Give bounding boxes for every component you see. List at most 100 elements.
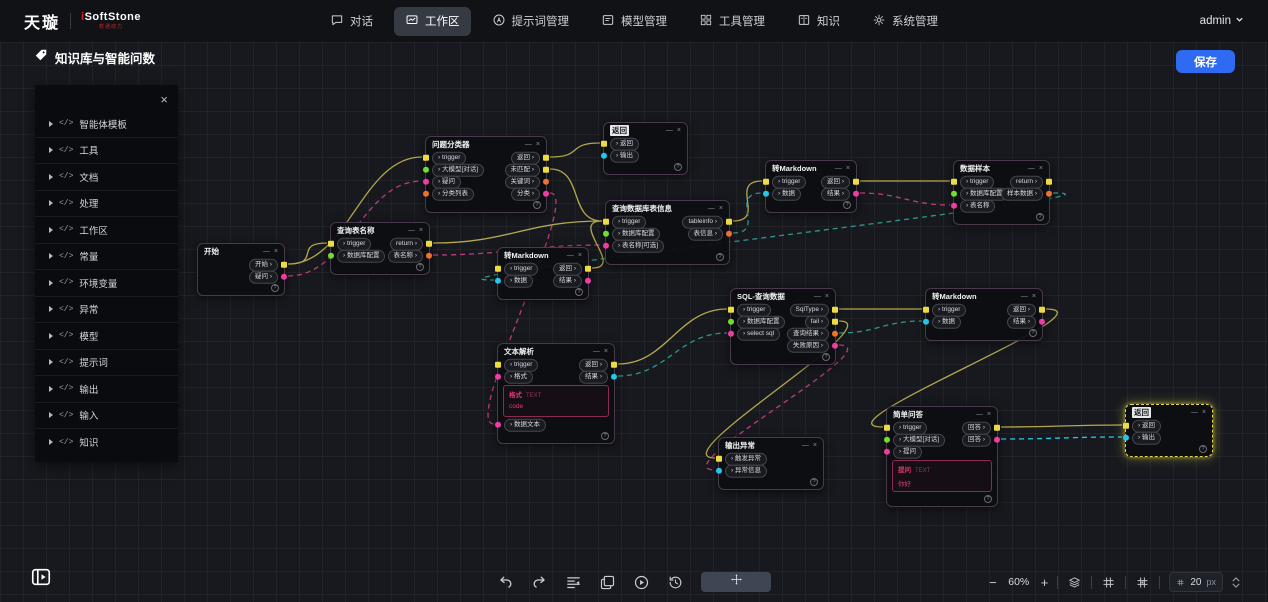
help-icon[interactable]: ? — [810, 478, 818, 486]
minimize-icon[interactable]: — — [567, 252, 574, 259]
output-port[interactable]: 结果 › — [553, 275, 591, 288]
input-port[interactable]: › select sql — [728, 328, 780, 341]
output-port[interactable]: SqlType › — [790, 304, 838, 317]
output-port[interactable]: 未匹配 › — [505, 164, 549, 177]
output-port[interactable]: 关键词 › — [505, 176, 549, 189]
palette-item[interactable]: </>知识 — [35, 429, 178, 456]
help-icon[interactable]: ? — [984, 495, 992, 503]
input-port[interactable]: › 数据 — [923, 316, 961, 329]
palette-item[interactable]: </>工作区 — [35, 217, 178, 244]
input-port[interactable]: › trigger — [495, 359, 538, 372]
close-icon[interactable]: × — [1202, 409, 1206, 416]
input-port[interactable]: › 数据 — [763, 188, 801, 201]
minimize-icon[interactable]: — — [408, 227, 415, 234]
help-icon[interactable]: ? — [843, 201, 851, 209]
workflow-node-sample[interactable]: 数据样本 — ×› triggerreturn ›› 数据库配置样本数据 ›› … — [953, 160, 1050, 225]
output-port[interactable]: 分类 › — [511, 188, 549, 201]
nav-item-7[interactable]: 系统管理 — [861, 7, 949, 36]
palette-item[interactable]: </>智能体模板 — [35, 111, 178, 138]
minimize-icon[interactable]: — — [1028, 165, 1035, 172]
input-port[interactable]: › trigger — [763, 176, 806, 189]
zoom-in-button[interactable]: + — [1041, 576, 1049, 589]
input-port[interactable]: › trigger — [328, 238, 371, 251]
input-port[interactable]: › 数据库配置 — [728, 316, 785, 329]
help-icon[interactable]: ? — [1029, 329, 1037, 337]
input-port[interactable]: › 格式 — [495, 371, 533, 384]
close-icon[interactable]: × — [846, 165, 850, 172]
palette-item[interactable]: </>模型 — [35, 323, 178, 350]
help-icon[interactable]: ? — [716, 253, 724, 261]
output-port[interactable]: return › — [390, 238, 432, 251]
input-port[interactable]: › 数据 — [495, 275, 533, 288]
help-icon[interactable]: ? — [1036, 213, 1044, 221]
help-icon[interactable]: ? — [575, 288, 583, 296]
output-port[interactable]: tableinfo › — [682, 216, 732, 229]
input-port[interactable]: › 表名称[可选] — [603, 240, 664, 253]
redo-icon[interactable] — [531, 574, 548, 591]
input-port[interactable]: › 输出 — [1123, 432, 1161, 445]
pan-mode-button[interactable] — [701, 572, 771, 592]
input-port[interactable]: › 触发异常 — [716, 453, 767, 466]
close-icon[interactable]: × — [604, 348, 608, 355]
panel-toggle-button[interactable] — [30, 566, 52, 593]
workflow-node-textParse[interactable]: 文本解析 — ×› trigger返回 ›› 格式结果 › 格式 TEXT co… — [497, 343, 615, 444]
palette-item[interactable]: </>常量 — [35, 244, 178, 271]
input-port[interactable]: › trigger — [495, 263, 538, 276]
snap-object-icon[interactable] — [1135, 575, 1150, 590]
output-port[interactable]: 返回 › — [821, 176, 859, 189]
close-icon[interactable]: × — [719, 205, 723, 212]
nav-item-5[interactable]: 工具管理 — [688, 7, 776, 36]
input-port[interactable]: › 异常信息 — [716, 465, 767, 478]
help-icon[interactable]: ? — [674, 163, 682, 171]
workflow-node-qdbi[interactable]: 查询数据库表信息 — ×› triggertableinfo ›› 数据库配置表… — [605, 200, 730, 265]
close-icon[interactable]: × — [536, 141, 540, 148]
palette-item[interactable]: </>提示词 — [35, 350, 178, 377]
help-icon[interactable]: ? — [1199, 445, 1207, 453]
workflow-node-sql[interactable]: SQL-查询数据 — ×› triggerSqlType ›› 数据库配置fai… — [730, 288, 836, 365]
palette-item[interactable]: </>文档 — [35, 164, 178, 191]
input-port[interactable]: › trigger — [951, 176, 994, 189]
close-icon[interactable]: × — [677, 127, 681, 134]
input-port[interactable]: › 表名称 — [951, 200, 995, 213]
output-port[interactable]: 查询结果 › — [787, 328, 838, 341]
nav-item-6[interactable]: 知识 — [786, 7, 851, 36]
align-icon[interactable] — [565, 574, 582, 591]
help-icon[interactable]: ? — [416, 263, 424, 271]
output-port[interactable]: 结果 › — [1007, 316, 1045, 329]
close-icon[interactable]: × — [160, 93, 168, 106]
play-icon[interactable] — [633, 574, 650, 591]
minimize-icon[interactable]: — — [814, 293, 821, 300]
workflow-node-toMd2[interactable]: 转Markdown — ×› trigger返回 ›› 数据结果 ›? — [497, 247, 589, 300]
minimize-icon[interactable]: — — [976, 411, 983, 418]
output-port[interactable]: 返回 › — [553, 263, 591, 276]
help-icon[interactable]: ? — [271, 284, 279, 292]
input-port[interactable]: › 数据文本 — [495, 419, 546, 432]
node-inline-editor[interactable]: 提问 TEXT 你好 — [892, 460, 992, 492]
palette-item[interactable]: </>输出 — [35, 376, 178, 403]
output-port[interactable]: 疑问 › — [249, 271, 287, 284]
workflow-node-returnSel[interactable]: 返回 — ×› 返回› 输出? — [1125, 404, 1213, 457]
input-port[interactable]: › 疑问 — [423, 176, 461, 189]
workflow-node-toMd3[interactable]: 转Markdown — ×› trigger返回 ›› 数据结果 ›? — [925, 288, 1043, 341]
close-icon[interactable]: × — [825, 293, 829, 300]
workflow-node-outErr[interactable]: 输出异常 — ×› 触发异常› 异常信息? — [718, 437, 824, 490]
minimize-icon[interactable]: — — [1021, 293, 1028, 300]
close-icon[interactable]: × — [987, 411, 991, 418]
close-icon[interactable]: × — [1032, 293, 1036, 300]
workflow-node-toMd1[interactable]: 转Markdown — ×› trigger返回 ›› 数据结果 ›? — [765, 160, 857, 213]
history-icon[interactable] — [667, 574, 684, 591]
undo-icon[interactable] — [497, 574, 514, 591]
minimize-icon[interactable]: — — [263, 248, 270, 255]
workflow-node-classifier[interactable]: 问题分类器 — ×› trigger返回 ›› 大模型[对话]未匹配 ›› 疑问… — [425, 136, 547, 213]
input-port[interactable]: › 输出 — [601, 150, 639, 163]
close-icon[interactable]: × — [274, 248, 278, 255]
input-port[interactable]: › trigger — [884, 422, 927, 435]
workflow-node-returnTop[interactable]: 返回 — ×› 返回› 输出? — [603, 122, 688, 175]
palette-item[interactable]: </>处理 — [35, 191, 178, 218]
minimize-icon[interactable]: — — [802, 442, 809, 449]
input-port[interactable]: › trigger — [603, 216, 646, 229]
nav-item-3[interactable]: 提示词管理 — [481, 7, 581, 36]
nav-item-1[interactable]: 对话 — [319, 7, 384, 36]
output-port[interactable]: 回答 › — [962, 434, 1000, 447]
input-port[interactable]: › 分类列表 — [423, 188, 474, 201]
